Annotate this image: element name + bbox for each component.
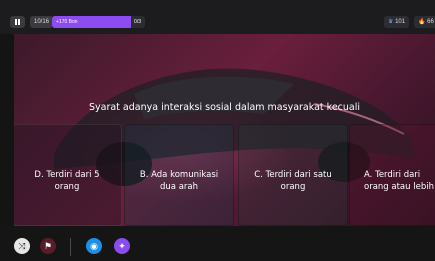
option-c-button[interactable]: C. Terdiri dari satu orang: [238, 124, 348, 226]
flag-icon[interactable]: ⚑: [40, 238, 56, 254]
option-a-button[interactable]: A. Terdiri dari orang atau lebih: [349, 124, 435, 226]
question-card: Syarat adanya interaksi sosial dalam mas…: [14, 34, 435, 226]
powerup-icon[interactable]: ◉: [86, 238, 102, 254]
leaderboard-icon[interactable]: ⤨: [14, 238, 30, 254]
score-pill: ♛ 101: [384, 16, 410, 28]
option-d-line2: orang: [54, 182, 80, 192]
option-a-line2: orang atau lebih: [364, 182, 434, 192]
option-d-label: D. Terdiri dari 5 orang: [14, 169, 121, 193]
option-b-line1: B. Ada komunikasi: [139, 170, 219, 180]
pause-button[interactable]: [10, 16, 25, 28]
option-d-button[interactable]: D. Terdiri dari 5 orang: [14, 124, 122, 226]
streak-value: 66: [427, 19, 434, 25]
option-c-label: C. Terdiri dari satu orang: [239, 169, 347, 193]
option-a-label: A. Terdiri dari orang atau lebih: [364, 169, 435, 193]
bottom-bar: [0, 226, 435, 261]
theme-icon[interactable]: ✦: [114, 238, 130, 254]
question-counter: 10/16: [30, 16, 54, 28]
trophy-icon: ♛: [388, 19, 394, 25]
quiz-app: 10/16 +170 Bon 0/3 ♛ 101 🔥 66 Syarat ada…: [0, 0, 435, 261]
progress-bar: +170 Bon 0/3: [52, 16, 145, 28]
fire-icon: 🔥: [418, 19, 426, 25]
progress-value: 0/3: [134, 19, 141, 25]
option-b-label: B. Ada komunikasi dua arah: [125, 169, 233, 193]
option-c-line1: C. Terdiri dari satu: [254, 170, 332, 180]
streak-pill: 🔥 66: [414, 16, 435, 28]
option-c-line2: orang: [280, 182, 306, 192]
question-text: Syarat adanya interaksi sosial dalam mas…: [88, 102, 361, 113]
top-bar: 10/16 +170 Bon 0/3 ♛ 101 🔥 66: [0, 0, 435, 34]
progress-label: +170 Bon: [56, 19, 78, 25]
option-b-button[interactable]: B. Ada komunikasi dua arah: [124, 124, 234, 226]
option-a-line1: A. Terdiri dari: [364, 170, 421, 180]
option-d-line1: D. Terdiri dari 5: [34, 170, 100, 180]
score-value: 101: [395, 19, 406, 25]
option-b-line2: dua arah: [160, 182, 198, 192]
bottom-divider: [70, 238, 71, 256]
